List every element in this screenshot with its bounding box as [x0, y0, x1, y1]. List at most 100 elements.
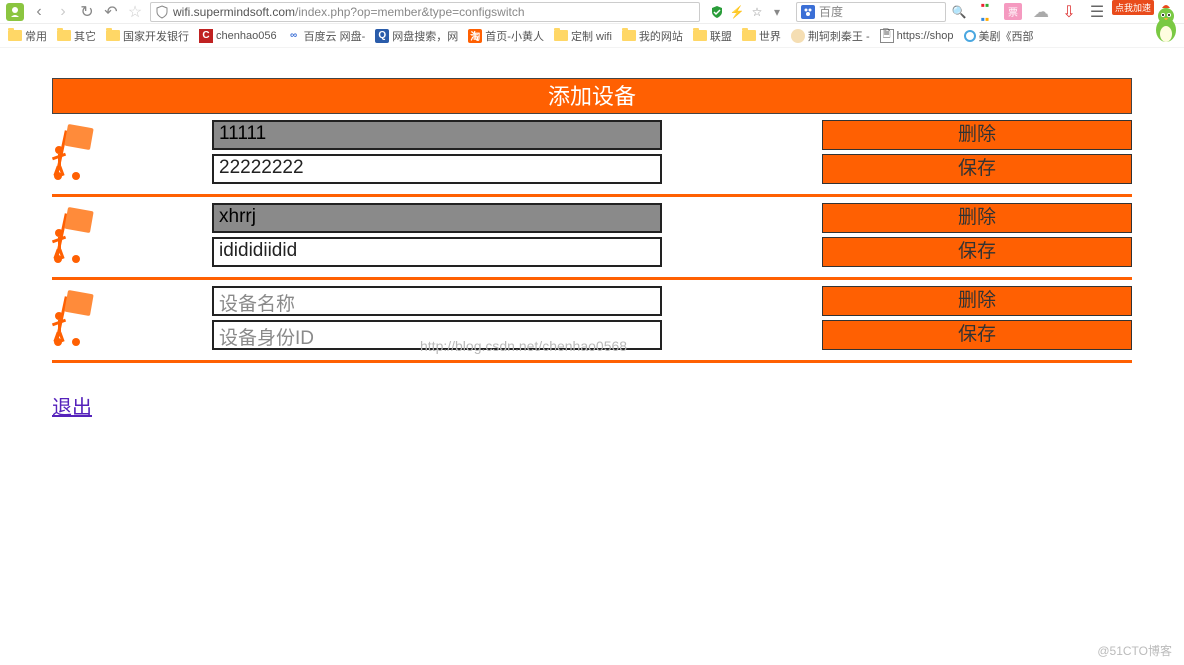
speed-badge[interactable]: 点我加速 — [1112, 0, 1154, 15]
delete-button[interactable]: 删除 — [822, 120, 1132, 150]
back-button[interactable]: ‹ — [30, 3, 48, 21]
folder-icon — [693, 30, 707, 41]
bookmark-item[interactable]: 联盟 — [693, 28, 732, 44]
bookmark-item[interactable]: 世界 — [742, 28, 781, 44]
bookmark-item[interactable]: 🗎https://shop — [880, 29, 954, 43]
bookmark-item[interactable]: 其它 — [57, 28, 96, 44]
bookmark-item[interactable]: ∞百度云 网盘- — [287, 28, 366, 44]
favicon: C — [199, 29, 213, 43]
tab-favicon — [6, 3, 24, 21]
device-id-field[interactable]: 22222222 — [212, 154, 662, 184]
bookmark-label: 百度云 网盘- — [304, 28, 366, 44]
search-box[interactable]: 百度 — [796, 2, 946, 22]
bookmark-item[interactable]: 淘首页-小黄人 — [468, 28, 544, 44]
device-id-field[interactable]: idididiidid — [212, 237, 662, 267]
fields: 设备名称设备身份ID — [212, 286, 662, 350]
row-icon-cell — [52, 203, 212, 263]
device-name-field[interactable]: xhrrj — [212, 203, 662, 233]
save-button[interactable]: 保存 — [822, 320, 1132, 350]
favicon: 🗎 — [880, 29, 894, 43]
fields: xhrrj idididiidid — [212, 203, 662, 267]
folder-icon — [57, 30, 71, 41]
favicon — [964, 30, 976, 42]
device-icon — [52, 290, 102, 346]
favicon: Q — [375, 29, 389, 43]
device-icon — [52, 207, 102, 263]
bookmark-star-icon[interactable]: ☆ — [750, 5, 764, 19]
star-button[interactable]: ☆ — [126, 2, 144, 22]
save-button[interactable]: 保存 — [822, 237, 1132, 267]
bookmark-label: 荆轲刺秦王 - — [808, 28, 870, 44]
bookmark-item[interactable]: 荆轲刺秦王 - — [791, 28, 870, 44]
page-title: 添加设备 — [52, 78, 1132, 114]
logout-link[interactable]: 退出 — [52, 391, 1132, 420]
row-actions: 删除保存 — [662, 120, 1132, 184]
bookmark-bar: 常用 其它 国家开发银行 Cchenhao056 ∞百度云 网盘- Q网盘搜索，网淘首页-… — [0, 24, 1184, 48]
favicon: 淘 — [468, 29, 482, 43]
reload-button[interactable]: ↻ — [78, 2, 96, 22]
url-right-icons: ⚡ ☆ ▾ — [710, 5, 784, 19]
bookmark-label: 我的网站 — [639, 28, 683, 44]
watermark-corner: @51CTO博客 — [1097, 642, 1172, 659]
bookmark-label: 美剧《西部 — [979, 28, 1034, 44]
bookmark-item[interactable]: 定制 wifi — [554, 28, 612, 44]
folder-icon — [554, 30, 568, 41]
folder-icon — [106, 30, 120, 41]
security-icon[interactable] — [710, 5, 724, 19]
bookmark-label: 其它 — [74, 28, 96, 44]
folder-icon — [622, 30, 636, 41]
device-name-field[interactable]: 设备名称 — [212, 286, 662, 316]
row-icon-cell — [52, 286, 212, 346]
flash-icon[interactable]: ⚡ — [730, 5, 744, 19]
fields: 11111 22222222 — [212, 120, 662, 184]
bookmark-item[interactable]: 常用 — [8, 28, 47, 44]
bookmark-label: 联盟 — [710, 28, 732, 44]
bookmark-label: chenhao056 — [216, 30, 277, 42]
row-icon-cell — [52, 120, 212, 180]
row-actions: 删除保存 — [662, 286, 1132, 350]
device-icon — [52, 124, 102, 180]
forward-button[interactable]: › — [54, 3, 72, 21]
bookmark-label: 世界 — [759, 28, 781, 44]
device-id-field[interactable]: 设备身份ID — [212, 320, 662, 350]
search-engine-name: 百度 — [819, 3, 843, 20]
browser-toolbar: ‹ › ↻ ↶ ☆ wifi.supermindsoft.com/index.p… — [0, 0, 1184, 24]
search-engine-icon — [801, 5, 815, 19]
device-row: 设备名称设备身份ID删除保存 — [52, 280, 1132, 363]
bookmark-item[interactable]: 我的网站 — [622, 28, 683, 44]
address-bar[interactable]: wifi.supermindsoft.com/index.php?op=memb… — [150, 2, 700, 22]
bookmark-item[interactable]: Q网盘搜索，网 — [375, 28, 458, 44]
search-icon[interactable]: 🔍 — [952, 5, 966, 19]
bookmark-label: 首页-小黄人 — [485, 28, 544, 44]
folder-icon — [8, 30, 22, 41]
bookmark-label: 常用 — [25, 28, 47, 44]
bookmark-label: https://shop — [897, 30, 954, 42]
folder-icon — [742, 30, 756, 41]
delete-button[interactable]: 删除 — [822, 286, 1132, 316]
favicon — [791, 29, 805, 43]
apps-icon[interactable]: ▪▪▪▪ — [976, 0, 994, 26]
undo-button[interactable]: ↶ — [102, 2, 120, 22]
device-row: 1111122222222删除保存 — [52, 114, 1132, 197]
delete-button[interactable]: 删除 — [822, 203, 1132, 233]
bookmark-item[interactable]: 美剧《西部 — [964, 28, 1034, 44]
row-actions: 删除保存 — [662, 203, 1132, 267]
favicon: ∞ — [287, 29, 301, 43]
bookmark-item[interactable]: Cchenhao056 — [199, 29, 277, 43]
bookmark-label: 国家开发银行 — [123, 28, 189, 44]
bookmark-item[interactable]: 国家开发银行 — [106, 28, 189, 44]
shield-icon — [155, 5, 169, 19]
bookmark-label: 定制 wifi — [571, 28, 612, 44]
bookmark-label: 网盘搜索，网 — [392, 28, 458, 44]
device-name-field[interactable]: 11111 — [212, 120, 662, 150]
device-row: xhrrjidididiidid删除保存 — [52, 197, 1132, 280]
download-icon[interactable]: ⇩ — [1060, 2, 1078, 22]
url-path: /index.php?op=member&type=configswitch — [295, 5, 524, 19]
dropdown-icon[interactable]: ▾ — [770, 5, 784, 19]
cloud-icon[interactable]: ☁ — [1032, 2, 1050, 22]
ticket-icon[interactable]: 票 — [1004, 3, 1022, 20]
page-content: 添加设备 1111122222222删除保存xhrrjidididiidid删除… — [0, 48, 1184, 440]
url-host: wifi.supermindsoft.com — [173, 5, 295, 19]
hamburger-icon[interactable]: ☰ — [1088, 2, 1106, 22]
save-button[interactable]: 保存 — [822, 154, 1132, 184]
